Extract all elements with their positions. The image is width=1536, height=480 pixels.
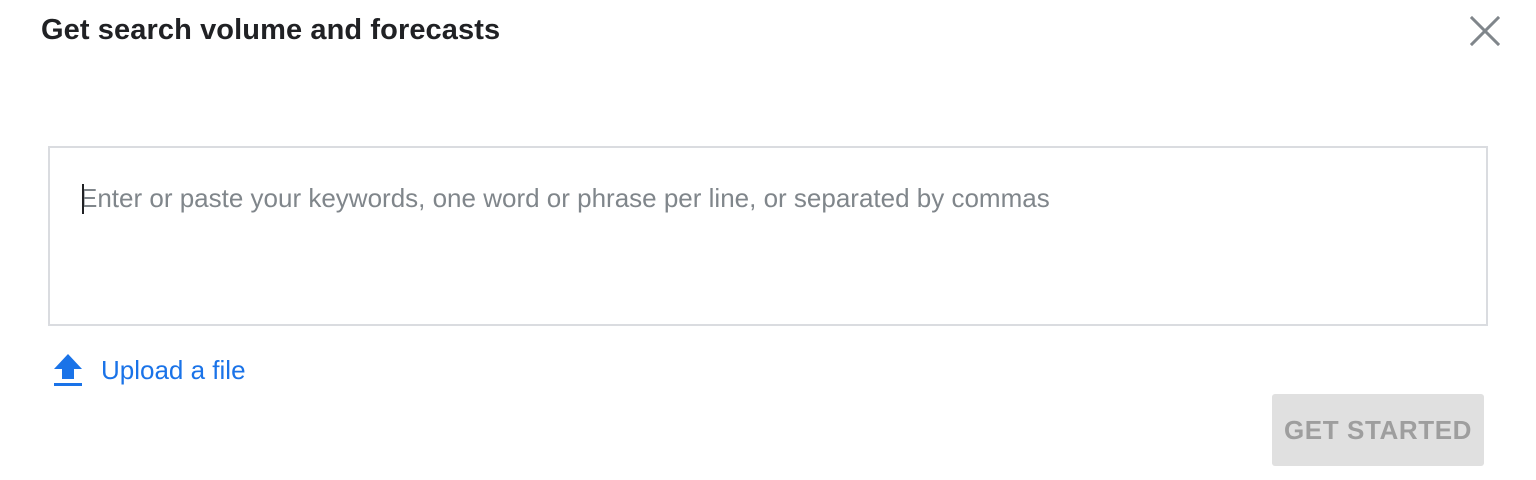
dialog-title: Get search volume and forecasts: [41, 14, 501, 46]
upload-icon: [52, 352, 84, 388]
upload-file-link[interactable]: Upload a file: [52, 350, 246, 390]
upload-file-label: Upload a file: [101, 354, 246, 385]
keyword-input[interactable]: [80, 168, 1460, 318]
close-button[interactable]: [1466, 12, 1504, 50]
forecast-dialog: Get search volume and forecasts Upload a…: [0, 0, 1536, 480]
keyword-input-container: [48, 146, 1488, 326]
close-icon: [1470, 16, 1500, 46]
get-started-button[interactable]: GET STARTED: [1272, 394, 1484, 466]
text-cursor: [82, 184, 84, 214]
